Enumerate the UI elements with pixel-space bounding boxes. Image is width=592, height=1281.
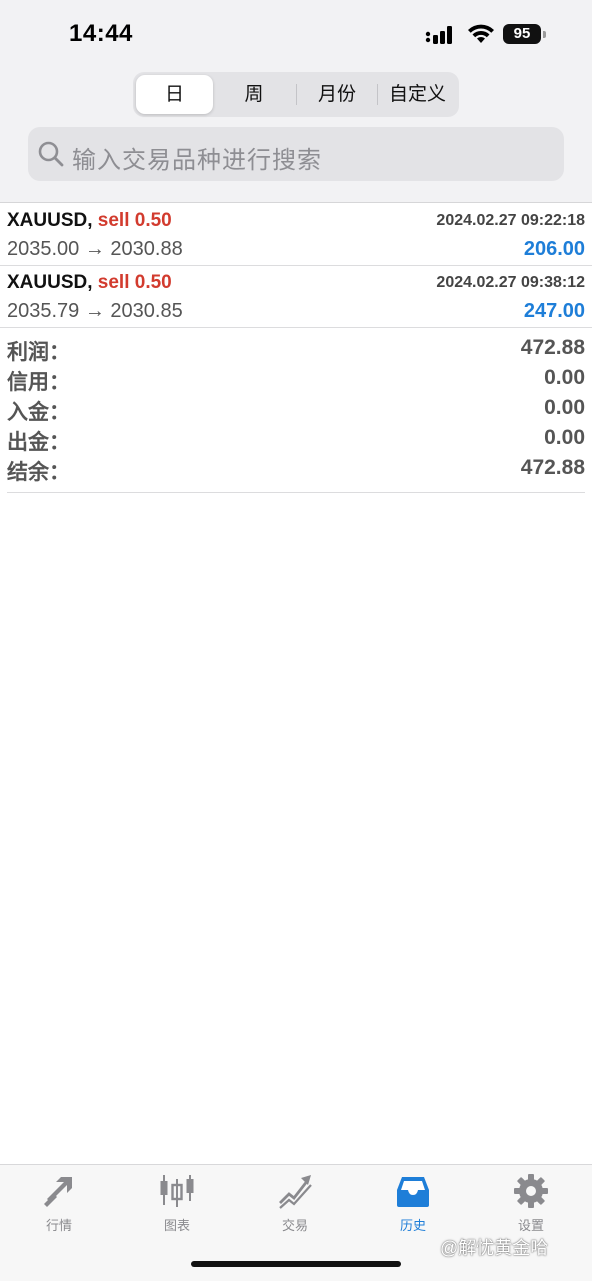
summary-value: 472.88 xyxy=(520,336,585,359)
status-bar: 14:44 95 xyxy=(0,0,592,70)
trade-side-volume: sell 0.50 xyxy=(97,210,172,231)
trade-symbol-line: XAUUSD, sell 0.50 xyxy=(7,272,172,294)
tab-label: 设置 xyxy=(517,1218,544,1233)
battery-tip xyxy=(543,31,546,38)
search-icon xyxy=(38,141,64,167)
period-tab-custom[interactable]: 自定义 xyxy=(378,75,457,114)
gear-icon xyxy=(514,1174,548,1208)
trade-prices: 2035.79 → 2030.85 xyxy=(7,300,183,322)
watermark-text: @解忧黄金哈 xyxy=(440,1238,549,1258)
trade-row[interactable]: XAUUSD, sell 0.50 2024.02.27 09:38:12 20… xyxy=(0,265,592,328)
tab-label: 行情 xyxy=(45,1218,72,1233)
header-area: 14:44 95 日 周 月份 自定义 输入交易品种进行搜索 xyxy=(0,0,592,203)
quotes-arrows-icon xyxy=(44,1177,72,1207)
period-tab-month[interactable]: 月份 xyxy=(297,75,377,114)
summary-row-withdrawal: 出金： 0.00 xyxy=(7,424,585,454)
period-tab-week[interactable]: 周 xyxy=(215,75,293,114)
wifi-icon xyxy=(468,24,494,43)
summary-row-balance: 结余： 472.88 xyxy=(7,454,585,484)
summary-row-profit: 利润： 472.88 xyxy=(7,334,585,364)
summary-value: 472.88 xyxy=(520,456,585,479)
search-placeholder: 输入交易品种进行搜索 xyxy=(72,147,322,174)
summary-value: 0.00 xyxy=(544,396,585,419)
summary-row-credit: 信用： 0.00 xyxy=(7,364,585,394)
trade-prices: 2035.00 → 2030.88 xyxy=(7,238,183,260)
history-inbox-icon xyxy=(397,1177,429,1207)
tab-trade[interactable]: 交易 xyxy=(245,1173,345,1235)
tab-quotes[interactable]: 行情 xyxy=(9,1173,109,1235)
summary-label: 出金： xyxy=(7,431,70,454)
cellular-signal-icon xyxy=(425,26,452,44)
trade-symbol: XAUUSD, xyxy=(7,272,93,293)
tab-chart[interactable]: 图表 xyxy=(127,1173,227,1235)
candlestick-chart-icon xyxy=(160,1175,194,1207)
trade-datetime: 2024.02.27 09:38:12 xyxy=(436,274,585,291)
period-segmented-control: 日 周 月份 自定义 xyxy=(133,72,459,117)
summary-value: 0.00 xyxy=(544,366,585,389)
trade-row[interactable]: XAUUSD, sell 0.50 2024.02.27 09:22:18 20… xyxy=(0,203,592,266)
tab-label: 交易 xyxy=(281,1218,308,1233)
trade-symbol: XAUUSD, xyxy=(7,210,93,231)
tab-settings[interactable]: 设置 xyxy=(481,1173,581,1235)
battery-icon: 95 xyxy=(503,24,547,46)
trade-side-volume: sell 0.50 xyxy=(97,272,172,293)
tab-history[interactable]: 历史 xyxy=(363,1173,463,1235)
summary-label: 信用： xyxy=(7,371,70,394)
summary-label: 入金： xyxy=(7,401,70,424)
tab-label: 图表 xyxy=(163,1218,190,1233)
tab-label: 历史 xyxy=(399,1218,426,1233)
status-time: 14:44 xyxy=(69,20,133,47)
home-indicator[interactable] xyxy=(191,1261,401,1267)
trade-datetime: 2024.02.27 09:22:18 xyxy=(436,212,585,229)
period-tab-day[interactable]: 日 xyxy=(136,75,213,114)
trade-trend-icon xyxy=(279,1175,312,1209)
trade-profit: 247.00 xyxy=(523,300,585,322)
summary-value: 0.00 xyxy=(544,426,585,449)
trade-symbol-line: XAUUSD, sell 0.50 xyxy=(7,210,172,232)
symbol-search-input[interactable]: 输入交易品种进行搜索 xyxy=(28,127,564,181)
account-summary: 利润： 472.88 信用： 0.00 入金： 0.00 出金： 0.00 结余… xyxy=(7,334,585,493)
trade-profit: 206.00 xyxy=(523,238,585,260)
summary-label: 结余： xyxy=(7,461,70,484)
summary-label: 利润： xyxy=(7,341,70,364)
battery-level: 95 xyxy=(503,24,541,44)
summary-row-deposit: 入金： 0.00 xyxy=(7,394,585,424)
